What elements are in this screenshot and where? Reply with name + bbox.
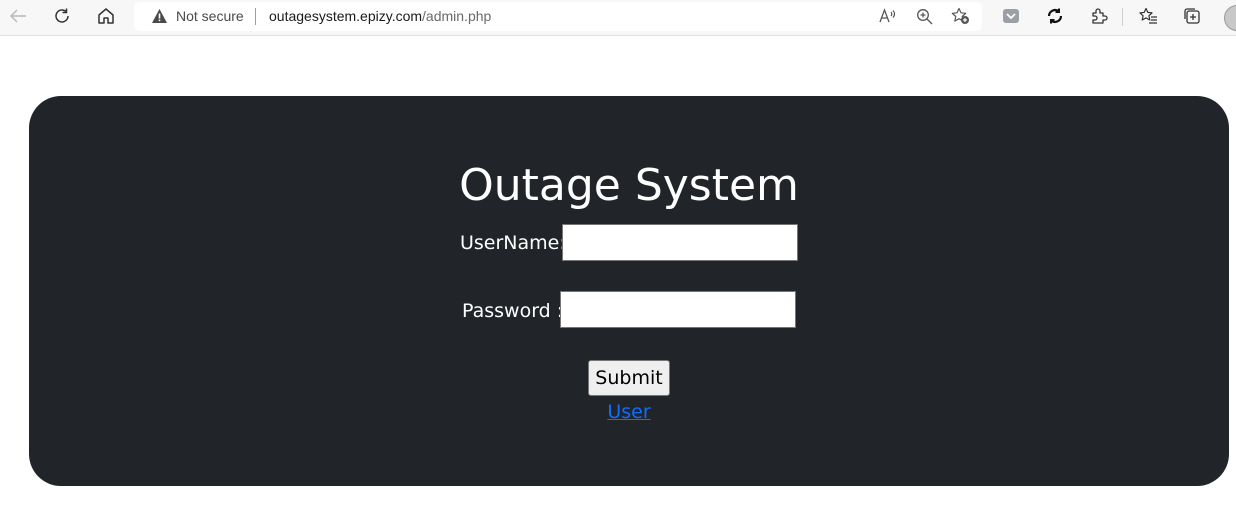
back-arrow-icon bbox=[9, 9, 26, 23]
add-favorite-icon bbox=[951, 7, 969, 24]
warning-icon bbox=[152, 9, 167, 23]
home-button[interactable] bbox=[92, 4, 120, 28]
url-text[interactable]: outagesystem.epizy.com/admin.php bbox=[269, 8, 491, 25]
collections-icon bbox=[1184, 8, 1200, 24]
back-button[interactable] bbox=[4, 4, 32, 28]
zoom-in-icon bbox=[916, 8, 932, 24]
address-bar[interactable]: Not secure outagesystem.epizy.com/admin.… bbox=[134, 2, 982, 31]
refresh-icon bbox=[55, 8, 69, 23]
refresh-button[interactable] bbox=[48, 4, 76, 28]
toolbar-divider bbox=[1122, 8, 1123, 26]
sync-button[interactable] bbox=[1041, 4, 1069, 28]
sync-icon bbox=[1047, 8, 1063, 24]
address-separator bbox=[255, 8, 256, 25]
password-field[interactable] bbox=[560, 291, 796, 328]
security-status[interactable]: Not secure bbox=[176, 8, 244, 25]
extensions-button[interactable] bbox=[1085, 4, 1113, 28]
extensions-icon bbox=[1092, 8, 1108, 24]
read-aloud-button[interactable] bbox=[876, 5, 900, 27]
user-link-container: User bbox=[29, 400, 1229, 424]
username-field[interactable] bbox=[562, 224, 798, 261]
page-title: Outage System bbox=[459, 160, 799, 211]
favorites-button[interactable] bbox=[1134, 4, 1162, 28]
favorites-icon bbox=[1138, 7, 1157, 24]
zoom-button[interactable] bbox=[912, 5, 936, 27]
browser-toolbar: Not secure outagesystem.epizy.com/admin.… bbox=[0, 0, 1236, 36]
collections-button[interactable] bbox=[1178, 4, 1206, 28]
home-icon bbox=[98, 8, 114, 24]
password-label: Password : bbox=[462, 300, 564, 322]
url-path: /admin.php bbox=[422, 8, 492, 24]
url-host: outagesystem.epizy.com bbox=[269, 8, 423, 24]
user-link[interactable]: User bbox=[607, 401, 650, 423]
read-aloud-icon bbox=[879, 8, 896, 23]
pocket-icon bbox=[1003, 9, 1019, 23]
profile-avatar-icon[interactable] bbox=[1224, 5, 1236, 31]
username-label: UserName: bbox=[460, 232, 566, 254]
login-card: Outage System UserName: Password : Submi… bbox=[29, 96, 1229, 486]
add-favorite-button[interactable] bbox=[948, 5, 972, 27]
pocket-button[interactable] bbox=[997, 4, 1025, 28]
submit-button[interactable]: Submit bbox=[588, 360, 670, 396]
